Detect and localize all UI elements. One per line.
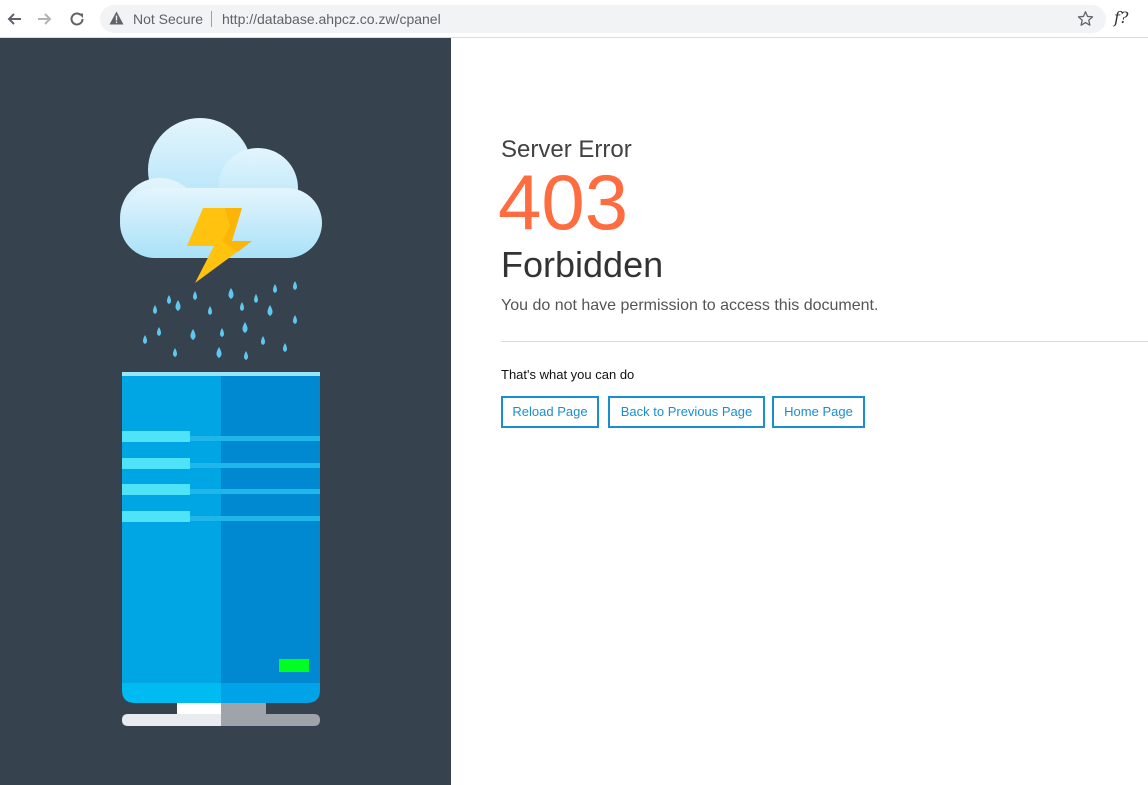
back-to-previous-page-button[interactable]: Back to Previous Page bbox=[608, 396, 765, 428]
security-label: Not Secure bbox=[133, 11, 204, 27]
forward-arrow-icon[interactable] bbox=[33, 7, 57, 31]
reload-icon[interactable] bbox=[65, 7, 89, 31]
reload-page-button[interactable]: Reload Page bbox=[501, 396, 599, 428]
raindrops-icon bbox=[143, 281, 297, 360]
error-message: You do not have permission to access thi… bbox=[501, 297, 879, 314]
actions-heading: That's what you can do bbox=[501, 367, 635, 382]
server-icon bbox=[122, 372, 320, 726]
illustration-panel bbox=[0, 38, 451, 785]
address-bar[interactable]: Not Secure http://database.ahpcz.co.zw/c… bbox=[100, 5, 1106, 33]
divider bbox=[501, 341, 1148, 342]
browser-toolbar: Not Secure http://database.ahpcz.co.zw/c… bbox=[0, 0, 1148, 38]
home-page-button[interactable]: Home Page bbox=[772, 396, 865, 428]
star-icon[interactable] bbox=[1077, 10, 1094, 32]
address-separator bbox=[211, 11, 212, 27]
error-code: 403 bbox=[498, 158, 629, 246]
url-text[interactable]: http://database.ahpcz.co.zw/cpanel bbox=[222, 11, 441, 27]
warning-triangle-icon[interactable] bbox=[109, 11, 124, 30]
error-status: Forbidden bbox=[501, 244, 664, 285]
back-arrow-icon[interactable] bbox=[2, 7, 26, 31]
extension-icon[interactable]: f? bbox=[1114, 8, 1129, 27]
server-storm-illustration bbox=[120, 118, 322, 726]
status-led-icon bbox=[279, 659, 309, 672]
